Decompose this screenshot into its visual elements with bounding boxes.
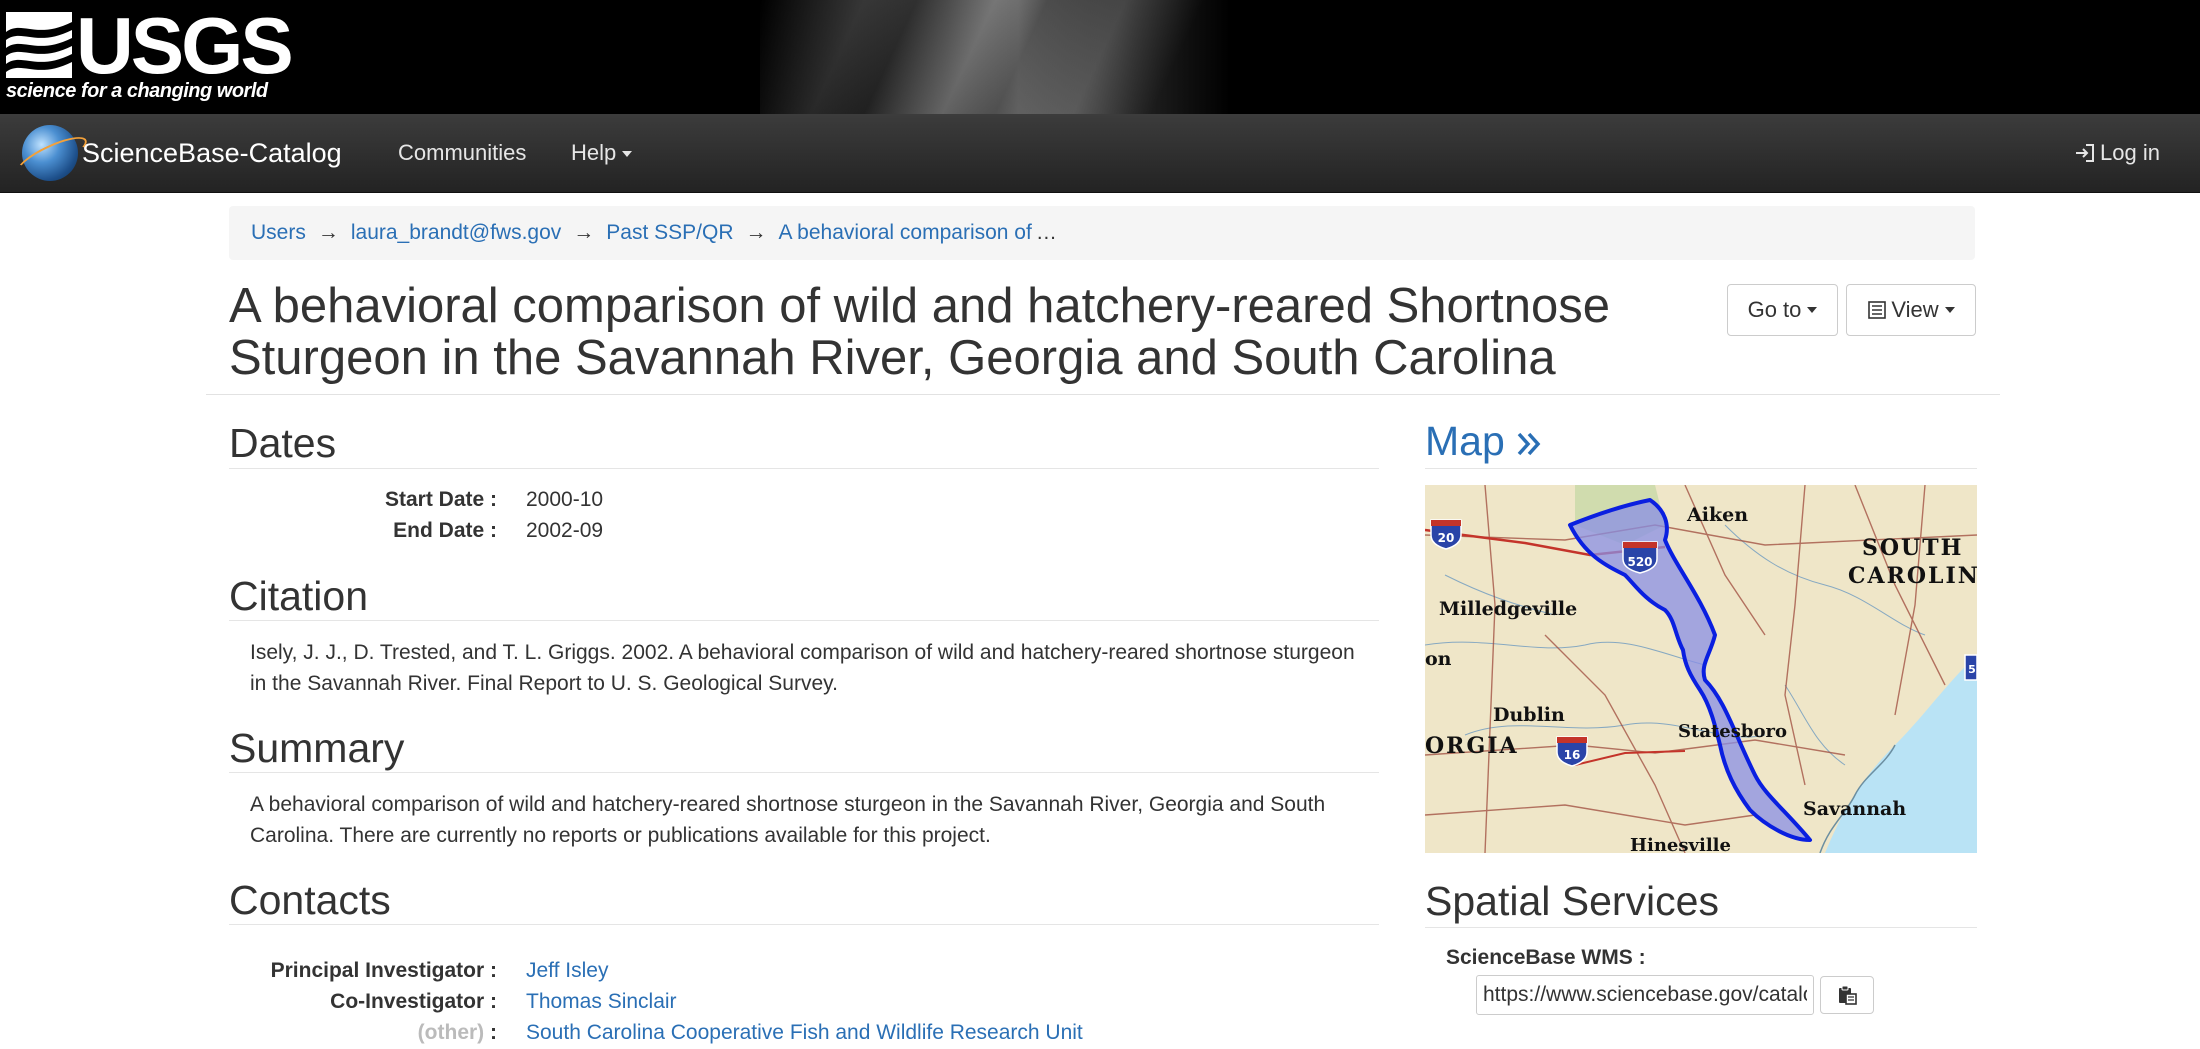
spatial-divider (1425, 927, 1977, 928)
svg-text:Milledgeville: Milledgeville (1439, 598, 1577, 620)
svg-text:SOUTH: SOUTH (1862, 535, 1963, 561)
banner-wave-graphic (760, 0, 1230, 114)
copy-wms-button[interactable] (1820, 976, 1874, 1014)
svg-text:ORGIA: ORGIA (1425, 733, 1519, 759)
map-heading-link[interactable]: Map (1425, 418, 1542, 465)
double-chevron-right-icon (1517, 433, 1541, 456)
breadcrumb-current-item[interactable]: A behavioral comparison of (779, 221, 1032, 245)
end-date-value: 2002-09 (526, 519, 604, 542)
other-contact-link[interactable]: South Carolina Cooperative Fish and Wild… (526, 1021, 1083, 1045)
goto-dropdown-button[interactable]: Go to (1727, 284, 1838, 336)
list-view-icon (1868, 301, 1887, 319)
svg-text:CAROLIN: CAROLIN (1848, 563, 1977, 589)
usgs-banner: USGS science for a changing world (0, 0, 2200, 114)
login-label: Log in (2100, 140, 2160, 165)
svg-text:16: 16 (1564, 748, 1581, 762)
login-icon (2076, 144, 2095, 162)
usgs-tagline: science for a changing world (6, 80, 268, 102)
map-divider (1425, 468, 1977, 469)
view-dropdown-button[interactable]: View (1846, 284, 1976, 336)
svg-text:Savannah: Savannah (1803, 798, 1906, 820)
svg-text:Hinesville: Hinesville (1630, 835, 1731, 853)
citation-divider (229, 620, 1379, 621)
login-link[interactable]: Log in (2074, 140, 2160, 166)
nav-help-label: Help (571, 140, 617, 165)
other-contact-label: (other) : (229, 1021, 497, 1045)
caret-down-icon (1807, 307, 1818, 313)
usgs-wave-icon (6, 12, 72, 78)
dates-divider (229, 468, 1379, 469)
breadcrumb-user-email[interactable]: laura_brandt@fws.gov (351, 221, 561, 245)
start-date-value: 2000-10 (526, 488, 604, 511)
svg-text:520: 520 (1627, 555, 1652, 569)
wms-label: ScienceBase WMS : (1446, 946, 1646, 969)
page-title: A behavioral comparison of wild and hatc… (229, 279, 1610, 385)
svg-text:20: 20 (1438, 531, 1455, 545)
summary-text: A behavioral comparison of wild and hatc… (250, 793, 1326, 847)
breadcrumb-ellipsis: … (1035, 221, 1057, 244)
end-date-label: End Date : (393, 519, 497, 542)
principal-investigator-link[interactable]: Jeff Isley (526, 959, 608, 983)
view-label: View (1891, 297, 1939, 322)
summary-divider (229, 772, 1379, 773)
dates-heading: Dates (229, 420, 337, 466)
sciencebase-globe-icon (22, 125, 78, 181)
citation-text: Isely, J. J., D. Trested, and T. L. Grig… (250, 641, 1355, 695)
wms-url-field[interactable] (1476, 975, 1814, 1015)
breadcrumb: Users → laura_brandt@fws.gov → Past SSP/… (229, 206, 1975, 260)
start-date-label: Start Date : (384, 488, 497, 511)
principal-investigator-label: Principal Investigator : (270, 959, 497, 982)
svg-text:on: on (1425, 648, 1452, 670)
svg-text:Dublin: Dublin (1493, 704, 1565, 726)
svg-text:Aiken: Aiken (1686, 504, 1748, 526)
co-investigator-link[interactable]: Thomas Sinclair (526, 990, 677, 1014)
co-investigator-label: Co-Investigator : (330, 990, 497, 1013)
caret-down-icon (1944, 307, 1955, 313)
map-heading-label: Map (1425, 418, 1505, 464)
top-navbar: ScienceBase-Catalog Communities Help Log… (0, 114, 2200, 193)
breadcrumb-arrow: → (317, 221, 339, 244)
other-label-suffix: : (484, 1021, 497, 1044)
breadcrumb-arrow: → (573, 221, 595, 244)
other-label-text: (other) (417, 1021, 485, 1044)
contacts-heading: Contacts (229, 877, 391, 923)
usgs-logo[interactable]: USGS science for a changing world (4, 4, 294, 104)
breadcrumb-past-ssp[interactable]: Past SSP/QR (606, 221, 733, 245)
breadcrumb-users[interactable]: Users (251, 221, 306, 245)
svg-text:Statesboro: Statesboro (1678, 721, 1787, 742)
goto-label: Go to (1747, 297, 1802, 322)
usgs-wordmark: USGS (76, 1, 294, 90)
map-image: 20 520 16 5 Aiken SOUTH CAROLIN Milledge… (1425, 485, 1977, 853)
nav-communities[interactable]: Communities (398, 140, 526, 166)
citation-heading: Citation (229, 573, 369, 619)
spatial-services-heading: Spatial Services (1425, 878, 1719, 924)
contacts-divider (229, 924, 1379, 925)
nav-help-dropdown[interactable]: Help (571, 140, 633, 166)
map-thumbnail[interactable]: 20 520 16 5 Aiken SOUTH CAROLIN Milledge… (1425, 485, 1977, 853)
title-divider (206, 394, 2000, 395)
caret-down-icon (622, 151, 633, 158)
svg-text:5: 5 (1968, 663, 1976, 676)
brand-label: ScienceBase-Catalog (82, 137, 342, 168)
brand-link[interactable]: ScienceBase-Catalog (22, 120, 342, 186)
nav-communities-label: Communities (398, 140, 527, 165)
breadcrumb-arrow: → (745, 221, 767, 244)
summary-heading: Summary (229, 725, 405, 771)
interstate-20-shield: 20 (1430, 519, 1462, 550)
clipboard-icon (1839, 985, 1857, 1005)
